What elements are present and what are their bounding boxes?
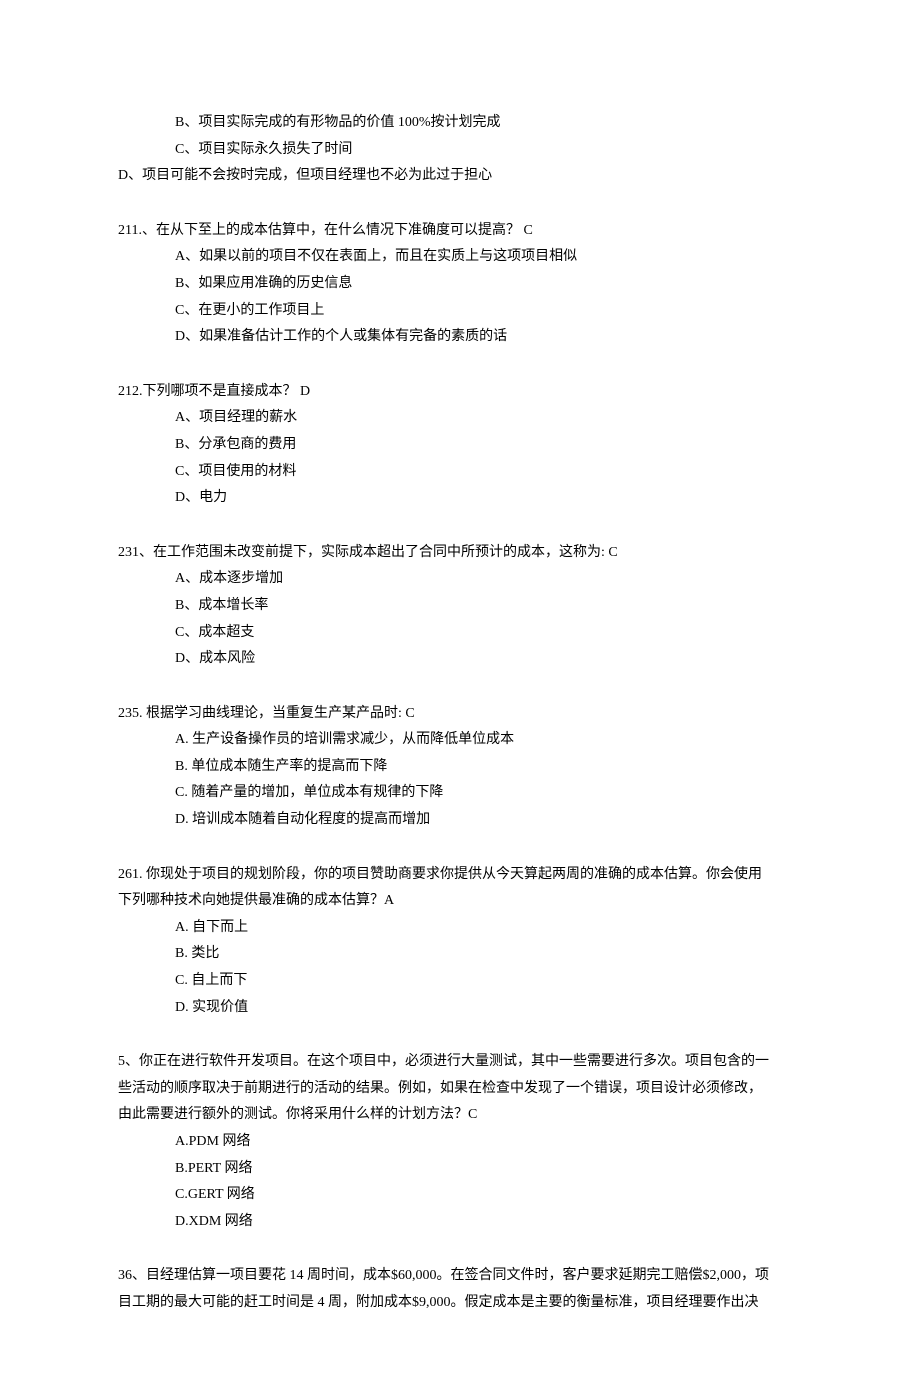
question-intro-fragment: B、项目实际完成的有形物品的价值 100%按计划完成 C、项目实际永久损失了时间…: [118, 110, 802, 190]
option-a: A、项目经理的薪水: [118, 405, 802, 432]
option-d: D.XDM 网络: [118, 1209, 802, 1236]
document-page: B、项目实际完成的有形物品的价值 100%按计划完成 C、项目实际永久损失了时间…: [0, 0, 920, 1377]
option-c: C、项目使用的材料: [118, 459, 802, 486]
question-stem-line1: 5、你正在进行软件开发项目。在这个项目中，必须进行大量测试，其中一些需要进行多次…: [118, 1049, 802, 1076]
question-261: 261. 你现处于项目的规划阶段，你的项目赞助商要求你提供从今天算起两周的准确的…: [118, 862, 802, 1022]
option-a: A.PDM 网络: [118, 1129, 802, 1156]
question-stem-line3: 由此需要进行额外的测试。你将采用什么样的计划方法？C: [118, 1102, 802, 1129]
question-stem-line1: 36、目经理估算一项目要花 14 周时间，成本$60,000。在签合同文件时，客…: [118, 1263, 802, 1290]
option-c: C、成本超支: [118, 620, 802, 647]
option-b: B、项目实际完成的有形物品的价值 100%按计划完成: [118, 110, 802, 137]
question-36: 36、目经理估算一项目要花 14 周时间，成本$60,000。在签合同文件时，客…: [118, 1263, 802, 1316]
question-stem-line2: 下列哪种技术向她提供最准确的成本估算？A: [118, 888, 802, 915]
question-211: 211.、在从下至上的成本估算中，在什么情况下准确度可以提高？ C A、如果以前…: [118, 218, 802, 351]
option-d: D、成本风险: [118, 646, 802, 673]
option-c: C、在更小的工作项目上: [118, 298, 802, 325]
question-stem-line2: 目工期的最大可能的赶工时间是 4 周，附加成本$9,000。假定成本是主要的衡量…: [118, 1290, 802, 1317]
question-231: 231、在工作范围未改变前提下，实际成本超出了合同中所预计的成本，这称为: C …: [118, 540, 802, 673]
option-c: C.GERT 网络: [118, 1182, 802, 1209]
option-c: C、项目实际永久损失了时间: [118, 137, 802, 164]
question-stem: 212.下列哪项不是直接成本？ D: [118, 379, 802, 406]
option-b: B、分承包商的费用: [118, 432, 802, 459]
option-a: A、如果以前的项目不仅在表面上，而且在实质上与这项项目相似: [118, 244, 802, 271]
question-stem: 211.、在从下至上的成本估算中，在什么情况下准确度可以提高？ C: [118, 218, 802, 245]
option-c: C. 自上而下: [118, 968, 802, 995]
question-212: 212.下列哪项不是直接成本？ D A、项目经理的薪水 B、分承包商的费用 C、…: [118, 379, 802, 512]
option-b: B. 类比: [118, 941, 802, 968]
option-d: D. 实现价值: [118, 995, 802, 1022]
question-stem-line2: 些活动的顺序取决于前期进行的活动的结果。例如，如果在检查中发现了一个错误，项目设…: [118, 1076, 802, 1103]
option-a: A. 自下而上: [118, 915, 802, 942]
option-d: D. 培训成本随着自动化程度的提高而增加: [118, 807, 802, 834]
option-b: B、如果应用准确的历史信息: [118, 271, 802, 298]
question-stem: 235. 根据学习曲线理论，当重复生产某产品时: C: [118, 701, 802, 728]
question-235: 235. 根据学习曲线理论，当重复生产某产品时: C A. 生产设备操作员的培训…: [118, 701, 802, 834]
option-a: A. 生产设备操作员的培训需求减少，从而降低单位成本: [118, 727, 802, 754]
option-d: D、电力: [118, 485, 802, 512]
question-5: 5、你正在进行软件开发项目。在这个项目中，必须进行大量测试，其中一些需要进行多次…: [118, 1049, 802, 1235]
question-stem-line1: 261. 你现处于项目的规划阶段，你的项目赞助商要求你提供从今天算起两周的准确的…: [118, 862, 802, 889]
option-b: B.PERT 网络: [118, 1156, 802, 1183]
option-c: C. 随着产量的增加，单位成本有规律的下降: [118, 780, 802, 807]
option-a: A、成本逐步增加: [118, 566, 802, 593]
option-d: D、如果准备估计工作的个人或集体有完备的素质的话: [118, 324, 802, 351]
option-d: D、项目可能不会按时完成，但项目经理也不必为此过于担心: [118, 163, 802, 190]
question-stem: 231、在工作范围未改变前提下，实际成本超出了合同中所预计的成本，这称为: C: [118, 540, 802, 567]
option-b: B、成本增长率: [118, 593, 802, 620]
option-b: B. 单位成本随生产率的提高而下降: [118, 754, 802, 781]
